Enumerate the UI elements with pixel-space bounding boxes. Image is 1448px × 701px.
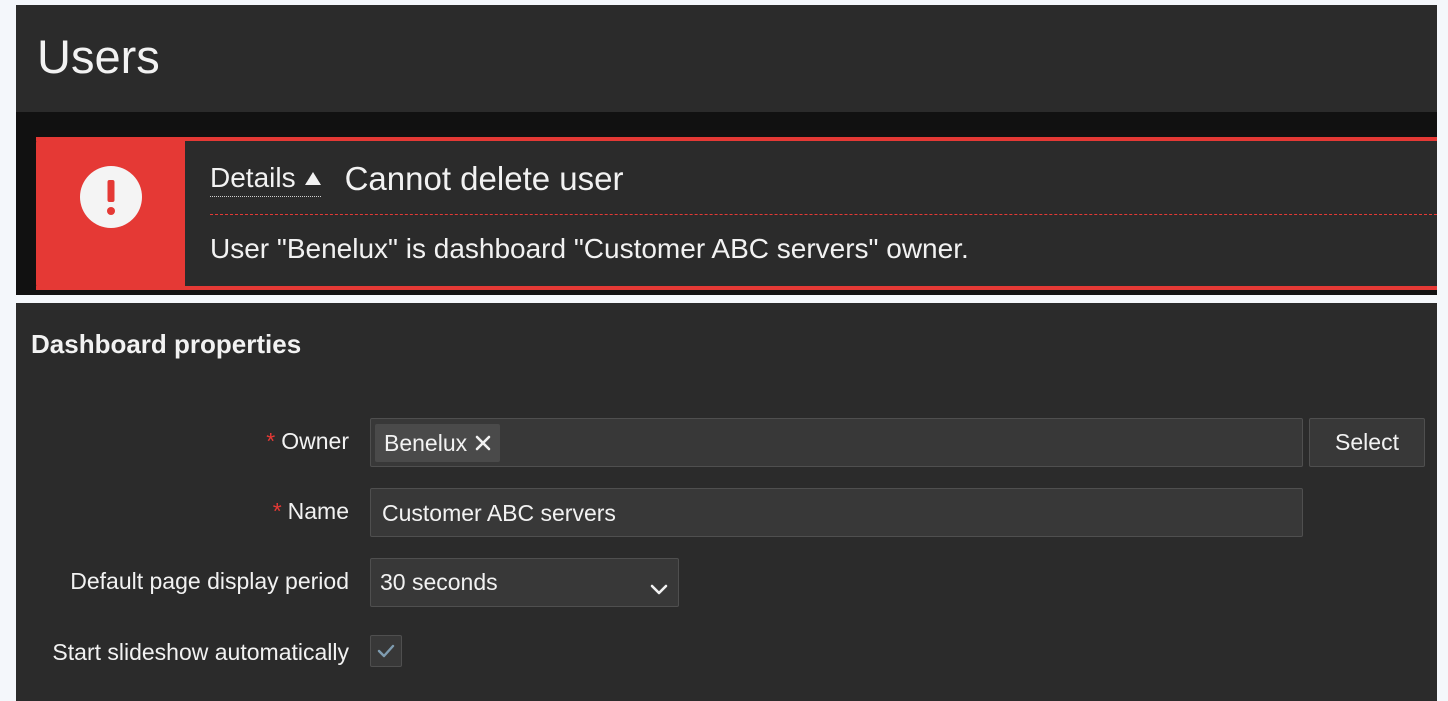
display-period-select[interactable]: 30 seconds bbox=[370, 558, 679, 607]
section-title: Dashboard properties bbox=[31, 329, 302, 359]
dashboard-properties-panel: Dashboard properties * Owner Benelux Sele… bbox=[16, 303, 1437, 701]
owner-multiselect[interactable]: Benelux bbox=[370, 418, 1303, 467]
exclamation-icon bbox=[80, 166, 142, 228]
owner-tag-label: Benelux bbox=[384, 429, 468, 456]
required-marker: * bbox=[266, 428, 276, 454]
display-period-label: Default page display period bbox=[70, 568, 349, 594]
name-input[interactable]: Customer ABC servers bbox=[370, 488, 1303, 537]
chevron-down-icon bbox=[650, 575, 668, 602]
error-side-bar bbox=[36, 137, 185, 290]
owner-label: * Owner bbox=[266, 428, 349, 454]
page-title: Users bbox=[37, 30, 160, 83]
owner-tag: Benelux bbox=[375, 424, 501, 462]
error-message-box: Details Cannot delete user User "Benelux… bbox=[36, 137, 1437, 290]
details-toggle-label: Details bbox=[210, 161, 296, 193]
slideshow-checkbox[interactable] bbox=[370, 635, 402, 667]
close-icon[interactable] bbox=[475, 435, 491, 451]
page-header: Users bbox=[16, 5, 1437, 112]
name-label: * Name bbox=[272, 498, 349, 524]
owner-select-button[interactable]: Select bbox=[1309, 418, 1425, 467]
details-toggle[interactable]: Details bbox=[210, 162, 321, 197]
users-page-panel: Users Details Cannot delete user User "B… bbox=[16, 5, 1437, 295]
slideshow-label: Start slideshow automatically bbox=[52, 639, 349, 665]
error-detail-text: User "Benelux" is dashboard "Customer AB… bbox=[210, 233, 969, 264]
error-headline: Details Cannot delete user bbox=[210, 159, 623, 199]
required-marker: * bbox=[272, 498, 282, 524]
error-divider bbox=[210, 214, 1437, 215]
check-icon bbox=[377, 644, 395, 658]
caret-up-icon bbox=[304, 172, 321, 185]
display-period-value: 30 seconds bbox=[380, 569, 498, 595]
error-title: Cannot delete user bbox=[344, 160, 624, 197]
